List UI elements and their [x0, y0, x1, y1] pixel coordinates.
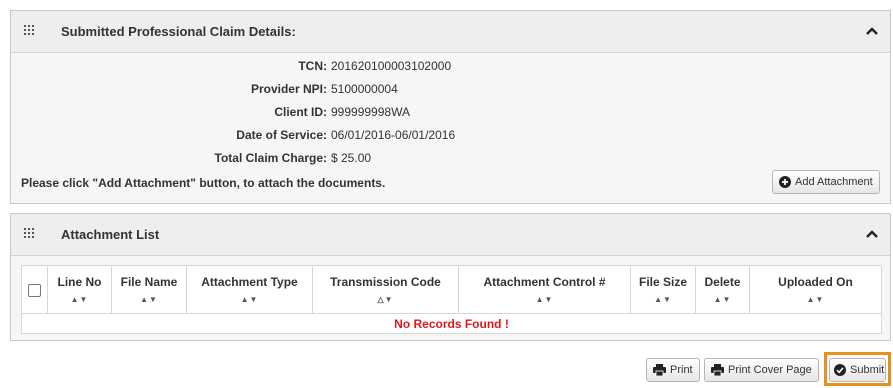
plus-circle-icon [779, 176, 791, 188]
print-cover-page-button[interactable]: Print Cover Page [704, 358, 819, 382]
add-attachment-button[interactable]: Add Attachment [772, 170, 880, 194]
printer-icon [653, 364, 666, 376]
col-uploaded-on[interactable]: Uploaded On ▲▼ [749, 265, 882, 314]
no-records-message: No Records Found ! [21, 313, 882, 334]
attachment-list-header[interactable]: Attachment List [11, 214, 890, 256]
print-button[interactable]: Print [646, 358, 700, 382]
col-attachment-control-label: Attachment Control # [483, 275, 606, 289]
provider-npi-label: Provider NPI: [250, 82, 327, 96]
attachment-list-panel: Attachment List Line No ▲▼ File Name ▲▼ At… [10, 213, 891, 341]
col-file-name-label: File Name [120, 275, 178, 289]
claim-details-title: Submitted Professional Claim Details: [61, 24, 296, 39]
client-id-value: 999999998WA [331, 105, 410, 119]
add-attachment-label: Add Attachment [795, 176, 873, 188]
sort-icon[interactable]: ▲▼ [752, 295, 879, 304]
col-line-no-label: Line No [57, 275, 102, 289]
select-all-cell [21, 265, 48, 314]
sort-icon[interactable]: △▼ [315, 295, 456, 304]
attachment-table-header-row: Line No ▲▼ File Name ▲▼ Attachment Type ▲▼ … [21, 265, 882, 314]
select-all-checkbox[interactable] [28, 283, 41, 297]
col-attachment-type[interactable]: Attachment Type ▲▼ [186, 265, 313, 314]
sort-icon[interactable]: ▲▼ [633, 295, 693, 304]
print-label: Print [670, 364, 693, 376]
col-delete-label: Delete [704, 275, 741, 289]
col-uploaded-on-label: Uploaded On [778, 275, 853, 289]
col-file-name[interactable]: File Name ▲▼ [111, 265, 187, 314]
tcn-label: TCN: [298, 59, 327, 73]
col-file-size-label: File Size [638, 275, 688, 289]
grid-dots-icon [24, 228, 36, 240]
col-transmission-code-label: Transmission Code [330, 275, 441, 289]
attachment-table: Line No ▲▼ File Name ▲▼ Attachment Type ▲▼ … [21, 265, 882, 334]
sort-icon[interactable]: ▲▼ [50, 295, 109, 304]
col-transmission-code[interactable]: Transmission Code △▼ [312, 265, 459, 314]
client-id-label: Client ID: [274, 105, 327, 119]
date-of-service-row: Date of Service: 06/01/2016-06/01/2016 [11, 128, 890, 144]
provider-npi-row: Provider NPI: 5100000004 [11, 82, 890, 98]
empty-row: No Records Found ! [21, 313, 882, 334]
col-delete[interactable]: Delete ▲▼ [695, 265, 750, 314]
claim-details-header[interactable]: Submitted Professional Claim Details: [11, 11, 890, 53]
sort-icon[interactable]: ▲▼ [698, 295, 747, 304]
sort-icon[interactable]: ▲▼ [114, 295, 184, 304]
printer-icon [711, 364, 724, 376]
total-claim-charge-row: Total Claim Charge: $ 25.00 [11, 151, 890, 167]
attachment-hint: Please click "Add Attachment" button, to… [21, 176, 386, 190]
sort-icon[interactable]: ▲▼ [189, 295, 310, 304]
claim-details-panel: Submitted Professional Claim Details: TC… [10, 10, 891, 204]
tcn-value: 201620100003102000 [331, 59, 452, 73]
col-file-size[interactable]: File Size ▲▼ [630, 265, 696, 314]
attachment-list-title: Attachment List [61, 227, 160, 242]
date-of-service-label: Date of Service: [236, 128, 327, 142]
total-claim-charge-value: $ 25.00 [331, 151, 372, 165]
col-attachment-control[interactable]: Attachment Control # ▲▼ [458, 265, 631, 314]
print-cover-page-label: Print Cover Page [728, 364, 812, 376]
chevron-up-icon[interactable] [864, 23, 880, 39]
grid-dots-icon [24, 25, 36, 37]
chevron-up-icon[interactable] [864, 226, 880, 242]
client-id-row: Client ID: 999999998WA [11, 105, 890, 121]
check-circle-icon [834, 364, 846, 376]
sort-icon[interactable]: ▲▼ [461, 295, 628, 304]
submit-button[interactable]: Submit [829, 358, 886, 382]
col-line-no[interactable]: Line No ▲▼ [47, 265, 112, 314]
total-claim-charge-label: Total Claim Charge: [214, 151, 327, 165]
tcn-row: TCN: 201620100003102000 [11, 59, 890, 75]
date-of-service-value: 06/01/2016-06/01/2016 [331, 128, 456, 142]
provider-npi-value: 5100000004 [331, 82, 398, 96]
col-attachment-type-label: Attachment Type [201, 275, 298, 289]
submit-label: Submit [850, 364, 885, 376]
